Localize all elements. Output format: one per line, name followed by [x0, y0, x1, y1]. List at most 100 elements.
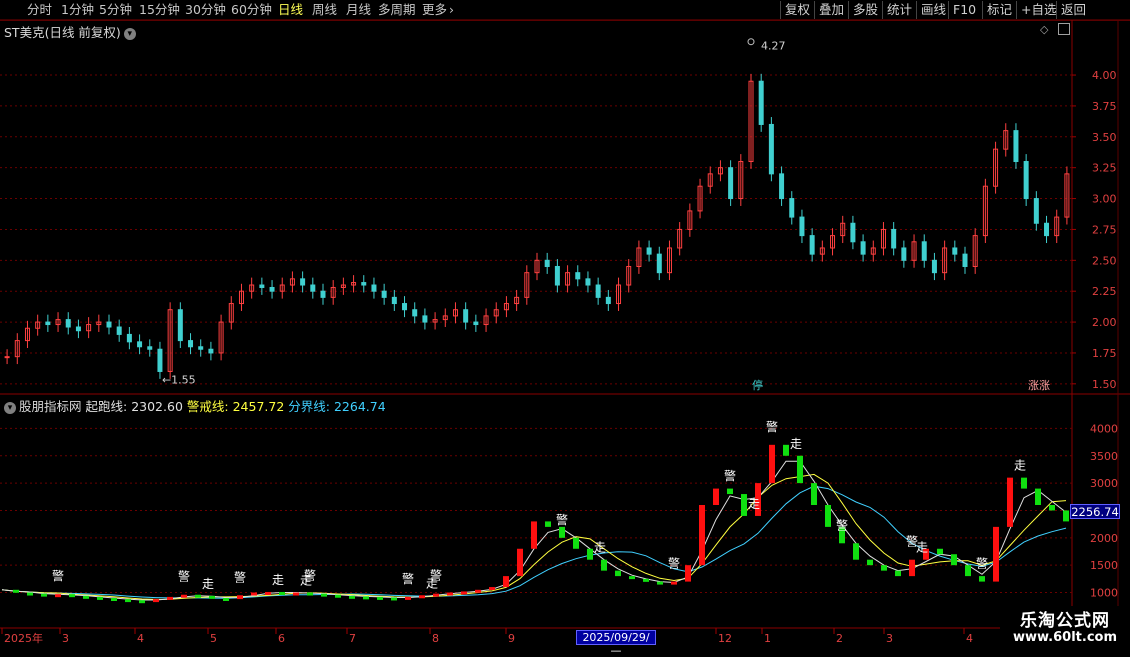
x-tick-label: 2 [836, 632, 843, 645]
indicator-bar [125, 599, 131, 603]
indicator-bar [363, 596, 369, 600]
indicator-bar [251, 592, 257, 596]
indicator-bar [153, 599, 159, 603]
candle-body [422, 315, 428, 323]
price-tick-label: 3.75 [1092, 100, 1117, 113]
high-marker [747, 38, 755, 46]
candle-body [962, 253, 968, 267]
candle-body [116, 326, 122, 335]
indicator-bar [727, 488, 733, 495]
candle-body [126, 333, 132, 343]
chevron-down-icon[interactable]: ▾ [4, 401, 16, 414]
candle-body [75, 326, 81, 332]
indicator-bar [195, 594, 201, 598]
indicator-bar [741, 494, 747, 516]
indicator-bar [713, 488, 719, 505]
indicator-tick-label: 1500 [1090, 559, 1118, 572]
indicator-bar [489, 587, 495, 591]
x-tick-label: 2025年 [4, 631, 43, 645]
candle-body [259, 284, 265, 288]
indicator-name: 股朋指标网 [19, 399, 82, 414]
indicator-tick-label: 1000 [1090, 587, 1118, 600]
candle-body [188, 340, 194, 348]
warn-signal: 警 [402, 571, 414, 586]
indicator-bar [181, 594, 187, 598]
candle-body [463, 309, 469, 323]
candle-body [952, 247, 958, 255]
indicator-bar [83, 595, 89, 599]
indicator-bar [559, 526, 565, 538]
price-tick-label: 2.00 [1092, 316, 1117, 329]
indicator-bar [55, 594, 61, 598]
indicator-bar [545, 521, 551, 527]
indicator-bar [643, 578, 649, 582]
indicator-bar [937, 548, 943, 555]
indicator-bar [1035, 488, 1041, 505]
indicator-bar [335, 594, 341, 598]
candle-body [177, 309, 183, 342]
price-tick-label: 2.75 [1092, 223, 1117, 236]
indicator-bar [1049, 505, 1055, 511]
indicator-title: ▾ 股朋指标网 起跑线: 2302.60 警戒线: 2457.72 分界线: 22… [4, 396, 386, 415]
indicator-bar [783, 444, 789, 456]
high-label: 4.27 [761, 40, 786, 53]
indicator-bar [97, 596, 103, 600]
candle-body [758, 80, 764, 125]
indicator-bar [601, 559, 607, 571]
indicator-bar [853, 543, 859, 560]
candle-body [1023, 161, 1029, 200]
candle-body [157, 348, 163, 372]
candle-body [381, 290, 387, 298]
indicator-bar [979, 576, 985, 582]
indicator-bar [797, 455, 803, 484]
price-tick-label: 1.75 [1092, 347, 1117, 360]
indicator-bar [951, 554, 957, 566]
stop-badge: 停 [752, 378, 763, 392]
x-tick-label: 4 [966, 632, 973, 645]
candle-body [799, 216, 805, 237]
line2-label: 警戒线: [186, 399, 229, 414]
x-tick-label: 12 [718, 632, 732, 645]
candle-body [728, 167, 734, 200]
indicator-bar [587, 548, 593, 560]
candle-body [310, 284, 316, 292]
candle-body [269, 286, 275, 292]
chart-canvas[interactable]: 4.00 3.75 3.50 3.25 3.00 2.75 2.50 2.25 2.00 1.75… [0, 0, 1130, 650]
go-signal: 走 [748, 497, 760, 511]
indicator-bar [699, 505, 705, 566]
candle-body [860, 241, 866, 255]
indicator-bar [391, 597, 397, 601]
indicator-bar [1021, 477, 1027, 489]
indicator-bar [657, 581, 663, 585]
candle-body [473, 321, 479, 326]
candle-body [402, 303, 408, 311]
indicator-bar [321, 593, 327, 597]
indicator-bar [573, 537, 579, 549]
indicator-bar [307, 592, 313, 596]
indicator-bar [237, 595, 243, 600]
indicator-bar [909, 559, 915, 577]
candle-body [1044, 222, 1050, 237]
indicator-tick-label: 4000 [1090, 422, 1118, 435]
x-tick-label: 7 [349, 632, 356, 645]
indicator-bar [139, 600, 145, 604]
indicator-bar [531, 521, 537, 549]
x-tick-label: 9 [508, 632, 515, 645]
warn-signal: 警 [668, 556, 680, 571]
warn-signal: 警 [724, 468, 736, 483]
candle-body [921, 241, 927, 261]
x-tick-label: 8 [432, 632, 439, 645]
indicator-bar [825, 505, 831, 527]
indicator-bar [1007, 477, 1013, 527]
candle-body [361, 282, 367, 286]
candle-body [931, 259, 937, 274]
candle-body [554, 265, 560, 286]
go-signal: 走 [790, 437, 802, 451]
indicator-bar [377, 596, 383, 600]
warn-signal: 警 [556, 512, 568, 527]
price-tick-label: 3.00 [1092, 193, 1117, 206]
candle-body [45, 321, 51, 326]
indicator-bar [69, 594, 75, 598]
candle-body [198, 346, 204, 350]
price-tick-label: 3.50 [1092, 131, 1117, 144]
